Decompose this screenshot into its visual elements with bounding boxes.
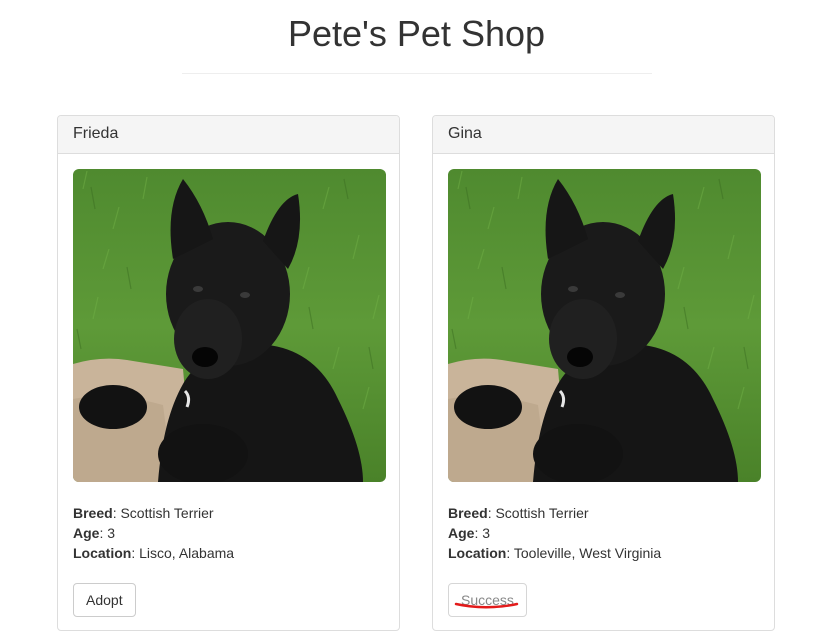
location-row: Location: Tooleville, West Virginia bbox=[448, 545, 662, 561]
age-label: Age bbox=[73, 525, 100, 541]
red-underline-mark-icon bbox=[454, 602, 519, 609]
pet-card-gina: Gina Breed: Scottish Terrier Age: 3 Loca… bbox=[432, 115, 775, 631]
pet-card-heading: Frieda bbox=[58, 116, 399, 154]
pet-card-heading: Gina bbox=[433, 116, 774, 154]
location-row: Location: Lisco, Alabama bbox=[73, 545, 235, 561]
breed-label: Breed bbox=[73, 505, 113, 521]
breed-value: Scottish Terrier bbox=[120, 505, 214, 521]
pet-info: Breed: Scottish Terrier Age: 3 Location:… bbox=[448, 503, 661, 563]
age-row: Age: 3 bbox=[73, 525, 116, 541]
breed-label: Breed bbox=[448, 505, 488, 521]
age-value: 3 bbox=[482, 525, 491, 541]
breed-row: Breed: Scottish Terrier bbox=[448, 505, 589, 521]
location-value: Lisco, Alabama bbox=[139, 545, 235, 561]
title-divider bbox=[182, 73, 652, 74]
location-label: Location bbox=[73, 545, 132, 561]
age-value: 3 bbox=[107, 525, 116, 541]
page-title: Pete's Pet Shop bbox=[287, 13, 546, 54]
adopt-button[interactable]: Adopt bbox=[73, 583, 136, 617]
age-label: Age bbox=[448, 525, 475, 541]
scottish-terrier-photo-icon bbox=[448, 169, 761, 482]
pet-photo bbox=[448, 169, 761, 482]
pet-name: Frieda bbox=[73, 125, 119, 142]
location-value: Tooleville, West Virginia bbox=[513, 545, 662, 561]
pet-card-frieda: Frieda Breed: Scottish Terrier Age: 3 Lo… bbox=[57, 115, 400, 631]
location-label: Location bbox=[448, 545, 507, 561]
age-row: Age: 3 bbox=[448, 525, 491, 541]
pet-photo bbox=[73, 169, 386, 482]
pet-info: Breed: Scottish Terrier Age: 3 Location:… bbox=[73, 503, 234, 563]
scottish-terrier-photo-icon bbox=[73, 169, 386, 482]
pet-name: Gina bbox=[448, 125, 482, 142]
breed-row: Breed: Scottish Terrier bbox=[73, 505, 214, 521]
breed-value: Scottish Terrier bbox=[495, 505, 589, 521]
